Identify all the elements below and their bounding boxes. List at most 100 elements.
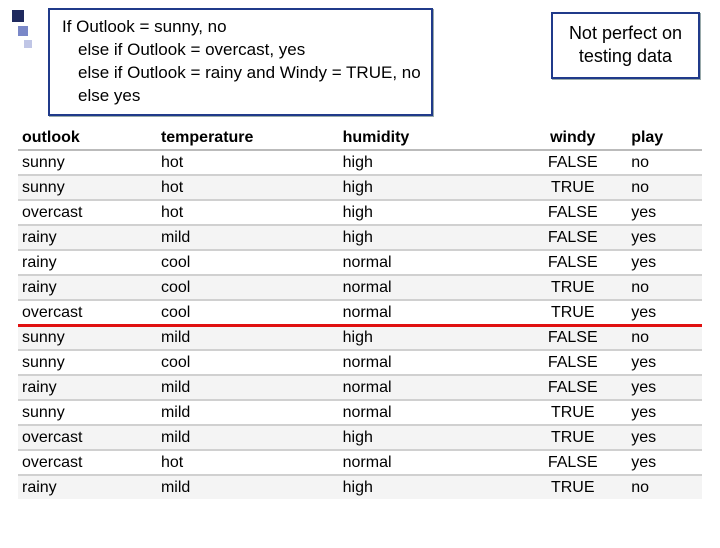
cell-humidity: normal — [339, 300, 521, 325]
callout-line: Not perfect on — [569, 22, 682, 45]
cell-outlook: sunny — [18, 150, 157, 175]
decision-rule-box: If Outlook = sunny, no else if Outlook =… — [48, 8, 433, 116]
cell-humidity: high — [339, 200, 521, 225]
table-row: rainycoolnormalFALSEyes — [18, 250, 702, 275]
cell-windy: FALSE — [520, 200, 627, 225]
top-boxes-row: If Outlook = sunny, no else if Outlook =… — [0, 8, 720, 116]
cell-temperature: hot — [157, 150, 339, 175]
bullet-icon — [12, 10, 24, 22]
table-row: overcastmildhighTRUEyes — [18, 425, 702, 450]
cell-humidity: high — [339, 475, 521, 499]
slide-page: If Outlook = sunny, no else if Outlook =… — [0, 0, 720, 548]
cell-humidity: high — [339, 325, 521, 350]
cell-windy: FALSE — [520, 150, 627, 175]
table-row: rainymildhighTRUEno — [18, 475, 702, 499]
cell-play: yes — [627, 375, 702, 400]
cell-play: yes — [627, 225, 702, 250]
cell-temperature: cool — [157, 300, 339, 325]
cell-outlook: overcast — [18, 300, 157, 325]
cell-temperature: mild — [157, 375, 339, 400]
table-row: overcasthothighFALSEyes — [18, 200, 702, 225]
cell-windy: TRUE — [520, 275, 627, 300]
col-header-temperature: temperature — [157, 126, 339, 150]
cell-temperature: hot — [157, 175, 339, 200]
cell-windy: FALSE — [520, 250, 627, 275]
cell-windy: FALSE — [520, 350, 627, 375]
cell-outlook: rainy — [18, 275, 157, 300]
cell-play: no — [627, 475, 702, 499]
cell-humidity: normal — [339, 450, 521, 475]
cell-humidity: normal — [339, 400, 521, 425]
cell-play: yes — [627, 425, 702, 450]
cell-play: no — [627, 150, 702, 175]
cell-humidity: high — [339, 150, 521, 175]
train-test-separator — [18, 324, 702, 327]
cell-outlook: rainy — [18, 250, 157, 275]
cell-play: yes — [627, 250, 702, 275]
cell-windy: FALSE — [520, 375, 627, 400]
table-row: rainymildhighFALSEyes — [18, 225, 702, 250]
data-table-wrap: outlook temperature humidity windy play … — [0, 126, 720, 499]
cell-temperature: cool — [157, 275, 339, 300]
cell-humidity: high — [339, 425, 521, 450]
cell-temperature: mild — [157, 400, 339, 425]
cell-windy: FALSE — [520, 450, 627, 475]
cell-humidity: high — [339, 225, 521, 250]
cell-outlook: sunny — [18, 175, 157, 200]
cell-windy: TRUE — [520, 425, 627, 450]
cell-play: no — [627, 275, 702, 300]
cell-humidity: high — [339, 175, 521, 200]
cell-outlook: overcast — [18, 200, 157, 225]
cell-outlook: sunny — [18, 400, 157, 425]
cell-outlook: overcast — [18, 450, 157, 475]
cell-temperature: cool — [157, 350, 339, 375]
cell-humidity: normal — [339, 275, 521, 300]
cell-play: yes — [627, 350, 702, 375]
cell-outlook: rainy — [18, 375, 157, 400]
decorative-bullets — [12, 10, 32, 52]
cell-outlook: rainy — [18, 475, 157, 499]
table-row: sunnycoolnormalFALSEyes — [18, 350, 702, 375]
table-row: sunnymildhighFALSEno — [18, 325, 702, 350]
weather-play-table: outlook temperature humidity windy play … — [18, 126, 702, 499]
rule-line: else yes — [62, 85, 421, 108]
cell-temperature: mild — [157, 225, 339, 250]
cell-temperature: cool — [157, 250, 339, 275]
rule-line: else if Outlook = rainy and Windy = TRUE… — [62, 62, 421, 85]
table-row: rainymildnormalFALSEyes — [18, 375, 702, 400]
cell-play: no — [627, 325, 702, 350]
table-row: sunnymildnormalTRUEyes — [18, 400, 702, 425]
cell-humidity: normal — [339, 375, 521, 400]
cell-temperature: hot — [157, 200, 339, 225]
bullet-icon — [18, 26, 28, 36]
cell-outlook: overcast — [18, 425, 157, 450]
cell-windy: TRUE — [520, 175, 627, 200]
cell-windy: FALSE — [520, 225, 627, 250]
table-header-row: outlook temperature humidity windy play — [18, 126, 702, 150]
cell-outlook: rainy — [18, 225, 157, 250]
col-header-humidity: humidity — [339, 126, 521, 150]
table-row: rainycoolnormalTRUEno — [18, 275, 702, 300]
cell-temperature: mild — [157, 475, 339, 499]
callout-box: Not perfect on testing data — [551, 12, 700, 79]
cell-play: yes — [627, 300, 702, 325]
cell-windy: TRUE — [520, 475, 627, 499]
cell-play: yes — [627, 400, 702, 425]
col-header-play: play — [627, 126, 702, 150]
cell-play: no — [627, 175, 702, 200]
cell-temperature: mild — [157, 425, 339, 450]
cell-play: yes — [627, 450, 702, 475]
cell-outlook: sunny — [18, 350, 157, 375]
rule-line: If Outlook = sunny, no — [62, 16, 421, 39]
col-header-outlook: outlook — [18, 126, 157, 150]
bullet-icon — [24, 40, 32, 48]
table-row: sunnyhothighTRUEno — [18, 175, 702, 200]
rule-line: else if Outlook = overcast, yes — [62, 39, 421, 62]
table-row: sunnyhothighFALSEno — [18, 150, 702, 175]
cell-outlook: sunny — [18, 325, 157, 350]
cell-humidity: normal — [339, 250, 521, 275]
cell-play: yes — [627, 200, 702, 225]
cell-windy: FALSE — [520, 325, 627, 350]
cell-windy: TRUE — [520, 300, 627, 325]
cell-humidity: normal — [339, 350, 521, 375]
